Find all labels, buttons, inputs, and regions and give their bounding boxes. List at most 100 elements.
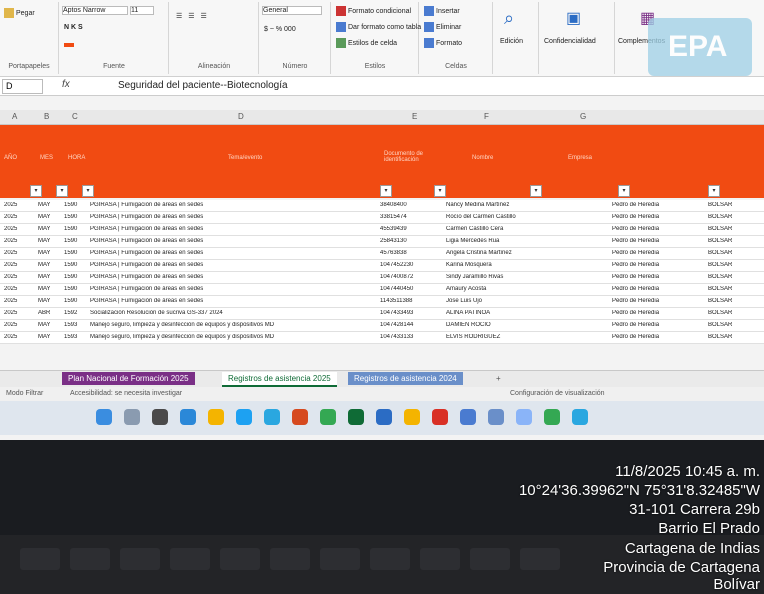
cell-year[interactable]: 2025 xyxy=(4,226,32,232)
cell-id[interactable]: 38408400 xyxy=(380,202,442,208)
font-name-select[interactable]: Aptos Narrow xyxy=(62,6,128,15)
cell-org[interactable]: Pedro de Heredia xyxy=(612,250,682,256)
cell-year[interactable]: 2025 xyxy=(4,322,32,328)
cell-status[interactable]: BOLSAR xyxy=(708,298,758,304)
cell-name[interactable]: Rocío del Carmen Castillo xyxy=(446,214,526,220)
format-button[interactable]: Formato xyxy=(424,38,462,48)
chrome-icon[interactable] xyxy=(320,409,336,425)
table-row[interactable]: 2025 MAY 1593 Manejo seguro, limpieza y des… xyxy=(0,320,764,332)
formula-input[interactable]: Seguridad del paciente--Biotecnología xyxy=(118,80,288,91)
cell-id[interactable]: 1047433493 xyxy=(380,310,442,316)
cell-topic[interactable]: Manejo seguro, limpieza y desinfección d… xyxy=(90,322,376,328)
cell-topic[interactable]: PGIRASA | Fumigación de áreas en sedes xyxy=(90,262,376,268)
cell-code[interactable]: 1590 xyxy=(64,250,86,256)
cell-org[interactable]: Pedro de Heredia xyxy=(612,310,682,316)
cell-code[interactable]: 1593 xyxy=(64,334,86,340)
cell-status[interactable]: BOLSAR xyxy=(708,250,758,256)
cell-name[interactable]: ALINA PATIÑOA xyxy=(446,310,526,316)
table-row[interactable]: 2025 MAY 1593 Manejo seguro, limpieza y des… xyxy=(0,332,764,344)
search-icon[interactable]: ⌕ xyxy=(504,8,514,29)
table-row[interactable]: 2025 MAY 1590 PGIRASA | Fumigación de áreas… xyxy=(0,272,764,284)
cell-topic[interactable]: PGIRASA | Fumigación de áreas en sedes xyxy=(90,202,376,208)
word-icon[interactable] xyxy=(376,409,392,425)
cell-id[interactable]: 45539439 xyxy=(380,226,442,232)
filter-dropdown-icon[interactable]: ▾ xyxy=(530,185,542,197)
currency-button[interactable]: $ ~ % 000 xyxy=(264,26,296,33)
cell-org[interactable]: Pedro de Heredia xyxy=(612,226,682,232)
cell-id[interactable]: 25843130 xyxy=(380,238,442,244)
cell-name[interactable]: Carmen Castillo Cera xyxy=(446,226,526,232)
cell-month[interactable]: MAY xyxy=(38,334,62,340)
table-row[interactable]: 2025 MAY 1590 PGIRASA | Fumigación de áreas… xyxy=(0,296,764,308)
cell-org[interactable]: Pedro de Heredia xyxy=(612,262,682,268)
cell-status[interactable]: BOLSAR xyxy=(708,238,758,244)
column-header[interactable]: A xyxy=(12,112,17,121)
column-header[interactable]: B xyxy=(44,112,49,121)
table-row[interactable]: 2025 MAY 1590 PGIRASA | Fumigación de áreas… xyxy=(0,224,764,236)
cell-year[interactable]: 2025 xyxy=(4,334,32,340)
cell-topic[interactable]: PGIRASA | Fumigación de áreas en sedes xyxy=(90,298,376,304)
photos-icon[interactable] xyxy=(572,409,588,425)
cell-year[interactable]: 2025 xyxy=(4,262,32,268)
file-explorer-icon[interactable] xyxy=(208,409,224,425)
accessibility-status[interactable]: Accesibilidad: se necesita investigar xyxy=(70,390,182,397)
search-taskbar-icon[interactable] xyxy=(124,409,140,425)
cell-status[interactable]: BOLSAR xyxy=(708,310,758,316)
cell-id[interactable]: 1047440450 xyxy=(380,286,442,292)
cell-topic[interactable]: PGIRASA | Fumigación de áreas en sedes xyxy=(90,274,376,280)
cell-status[interactable]: BOLSAR xyxy=(708,262,758,268)
cell-name[interactable]: Karina Mosquera xyxy=(446,262,526,268)
tab-plan-nacional[interactable]: Plan Nacional de Formación 2025 xyxy=(62,372,195,385)
table-row[interactable]: 2025 MAY 1590 PGIRASA | Fumigación de áreas… xyxy=(0,284,764,296)
cell-name[interactable]: Jose Luis Ujo xyxy=(446,298,526,304)
cell-id[interactable]: 45763838 xyxy=(380,250,442,256)
cell-status[interactable]: BOLSAR xyxy=(708,322,758,328)
cell-org[interactable]: Pedro de Heredia xyxy=(612,322,682,328)
insert-button[interactable]: Insertar xyxy=(424,6,460,16)
add-sheet-button[interactable]: + xyxy=(490,372,507,385)
filter-dropdown-icon[interactable]: ▾ xyxy=(380,185,392,197)
table-row[interactable]: 2025 MAY 1590 PGIRASA | Fumigación de áreas… xyxy=(0,212,764,224)
cell-code[interactable]: 1592 xyxy=(64,310,86,316)
column-header[interactable]: D xyxy=(238,112,244,121)
cell-topic[interactable]: PGIRASA | Fumigación de áreas en sedes xyxy=(90,238,376,244)
tab-registros-2025[interactable]: Registros de asistencia 2025 xyxy=(222,372,337,387)
cell-org[interactable]: Pedro de Heredia xyxy=(612,202,682,208)
cell-status[interactable]: BOLSAR xyxy=(708,286,758,292)
task-view-icon[interactable] xyxy=(152,409,168,425)
edit-button[interactable]: Edición xyxy=(500,38,523,45)
cell-org[interactable]: Pedro de Heredia xyxy=(612,286,682,292)
cell-topic[interactable]: PGIRASA | Fumigación de áreas en sedes xyxy=(90,250,376,256)
confidentiality-icon[interactable]: ▣ xyxy=(566,8,581,28)
cell-month[interactable]: ABR xyxy=(38,310,62,316)
column-header[interactable]: G xyxy=(580,112,586,121)
cell-status[interactable]: BOLSAR xyxy=(708,226,758,232)
cell-year[interactable]: 2025 xyxy=(4,238,32,244)
cell-code[interactable]: 1593 xyxy=(64,322,86,328)
align-icons[interactable]: ☰ ☰ ☰ xyxy=(176,12,209,20)
cell-year[interactable]: 2025 xyxy=(4,310,32,316)
cell-code[interactable]: 1590 xyxy=(64,298,86,304)
cell-topic[interactable]: Manejo seguro, limpieza y desinfección d… xyxy=(90,334,376,340)
cell-name[interactable]: Nancy Medina Martínez xyxy=(446,202,526,208)
cell-name[interactable]: DAMIEN ROCIO xyxy=(446,322,526,328)
cell-code[interactable]: 1590 xyxy=(64,226,86,232)
cell-month[interactable]: MAY xyxy=(38,322,62,328)
cell-year[interactable]: 2025 xyxy=(4,250,32,256)
office-icon[interactable] xyxy=(292,409,308,425)
cell-name[interactable]: Amaury Acosta xyxy=(446,286,526,292)
cell-topic[interactable]: PGIRASA | Fumigación de áreas en sedes xyxy=(90,226,376,232)
tab-registros-2024[interactable]: Registros de asistencia 2024 xyxy=(348,372,463,385)
filter-dropdown-icon[interactable]: ▾ xyxy=(30,185,42,197)
font-size-select[interactable]: 11 xyxy=(130,6,154,15)
cell-month[interactable]: MAY xyxy=(38,286,62,292)
cell-month[interactable]: MAY xyxy=(38,250,62,256)
filter-dropdown-icon[interactable]: ▾ xyxy=(56,185,68,197)
cell-code[interactable]: 1590 xyxy=(64,214,86,220)
notepad-icon[interactable] xyxy=(544,409,560,425)
cell-status[interactable]: BOLSAR xyxy=(708,334,758,340)
cell-name[interactable]: ELVIS RODRIGUEZ xyxy=(446,334,526,340)
bold-button[interactable]: N K S xyxy=(64,24,83,31)
cell-id[interactable]: 1143511388 xyxy=(380,298,442,304)
cell-year[interactable]: 2025 xyxy=(4,298,32,304)
